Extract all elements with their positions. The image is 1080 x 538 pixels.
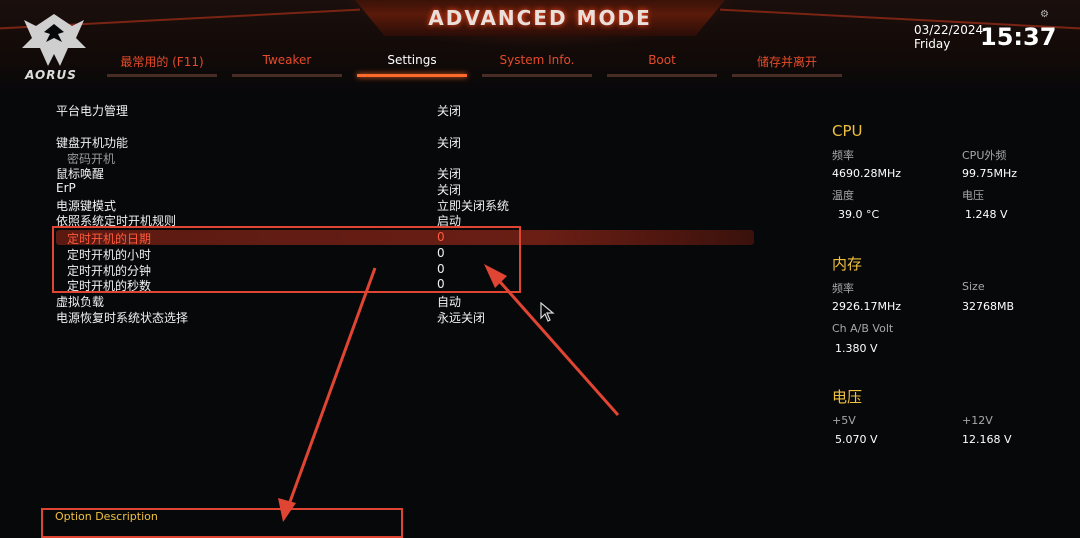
cpu-volt-value: 1.248 V: [965, 208, 1008, 221]
annotation-highlight-box: [52, 226, 521, 293]
voltage-5v-value: 5.070 V: [835, 433, 878, 446]
memory-freq-value: 2926.17MHz: [832, 300, 902, 313]
cpu-bclk-label: CPU外频: [962, 149, 1007, 162]
tab-underline: [107, 74, 217, 77]
tab-underline: [482, 74, 592, 77]
tab-label: Boot: [648, 53, 676, 67]
date-display: 03/22/2024: [914, 23, 984, 37]
cpu-temp-value: 39.0 °C: [838, 208, 880, 221]
tab-system-info[interactable]: System Info.: [478, 53, 596, 77]
setting-erp-label[interactable]: ErP: [56, 181, 76, 195]
memory-size-label: Size: [962, 280, 985, 293]
tab-boot[interactable]: Boot: [603, 53, 721, 77]
tab-underline: [607, 74, 717, 77]
memory-heading: 内存: [832, 255, 863, 273]
memory-volt-value: 1.380 V: [835, 342, 878, 355]
time-display[interactable]: 15:37: [980, 23, 1056, 51]
cpu-freq-label: 频率: [832, 149, 854, 162]
setting-platform-power-value[interactable]: 关闭: [437, 102, 461, 119]
tab-tweaker[interactable]: Tweaker: [228, 53, 346, 77]
tab-save-exit[interactable]: 储存并离开: [728, 53, 846, 77]
voltage-heading: 电压: [832, 388, 863, 406]
annotation-arrow-line-right: [492, 274, 620, 416]
voltage-12v-label: +12V: [962, 414, 993, 427]
setting-keyboard-power-label[interactable]: 键盘开机功能: [56, 134, 128, 151]
day-display: Friday: [914, 37, 951, 51]
tab-label: 最常用的 (F11): [120, 55, 204, 69]
setting-ac-recovery-label[interactable]: 电源恢复时系统状态选择: [56, 309, 188, 326]
memory-size-value: 32768MB: [962, 300, 1015, 313]
tab-label: Tweaker: [262, 53, 312, 67]
tab-label: System Info.: [499, 53, 575, 67]
settings-gear-icon[interactable]: ⚙: [1040, 9, 1049, 20]
cpu-freq-value: 4690.28MHz: [832, 167, 902, 180]
tab-settings[interactable]: Settings: [353, 53, 471, 77]
voltage-12v-value: 12.168 V: [962, 433, 1012, 446]
tab-label: 储存并离开: [756, 55, 817, 69]
annotation-arrow-line-down: [285, 267, 377, 511]
setting-keyboard-power-value[interactable]: 关闭: [437, 134, 461, 151]
cpu-temp-label: 温度: [832, 189, 854, 202]
tab-underline: [232, 74, 342, 77]
setting-erp-value[interactable]: 关闭: [437, 181, 461, 198]
tab-underline: [732, 74, 842, 77]
memory-volt-label: Ch A/B Volt: [832, 322, 894, 335]
setting-mouse-wake-label[interactable]: 鼠标唤醒: [56, 165, 104, 182]
memory-freq-label: 频率: [832, 282, 854, 295]
option-description-label: Option Description: [55, 510, 158, 523]
mouse-cursor-icon: [540, 301, 556, 326]
cpu-bclk-value: 99.75MHz: [962, 167, 1018, 180]
advanced-mode-title: ADVANCED MODE: [428, 6, 652, 30]
tab-label: Settings: [387, 53, 437, 67]
voltage-5v-label: +5V: [832, 414, 856, 427]
setting-ac-recovery-value[interactable]: 永远关闭: [437, 309, 485, 326]
setting-dummy-load-label[interactable]: 虚拟负载: [56, 293, 104, 310]
tab-underline: [357, 74, 467, 77]
tab-favorites[interactable]: 最常用的 (F11): [103, 53, 221, 77]
logo-text: AORUS: [25, 68, 77, 82]
setting-dummy-load-value[interactable]: 自动: [437, 293, 461, 310]
setting-platform-power-label[interactable]: 平台电力管理: [56, 102, 128, 119]
cpu-volt-label: 电压: [962, 189, 984, 202]
setting-mouse-wake-value[interactable]: 关闭: [437, 165, 461, 182]
cpu-heading: CPU: [832, 122, 863, 140]
